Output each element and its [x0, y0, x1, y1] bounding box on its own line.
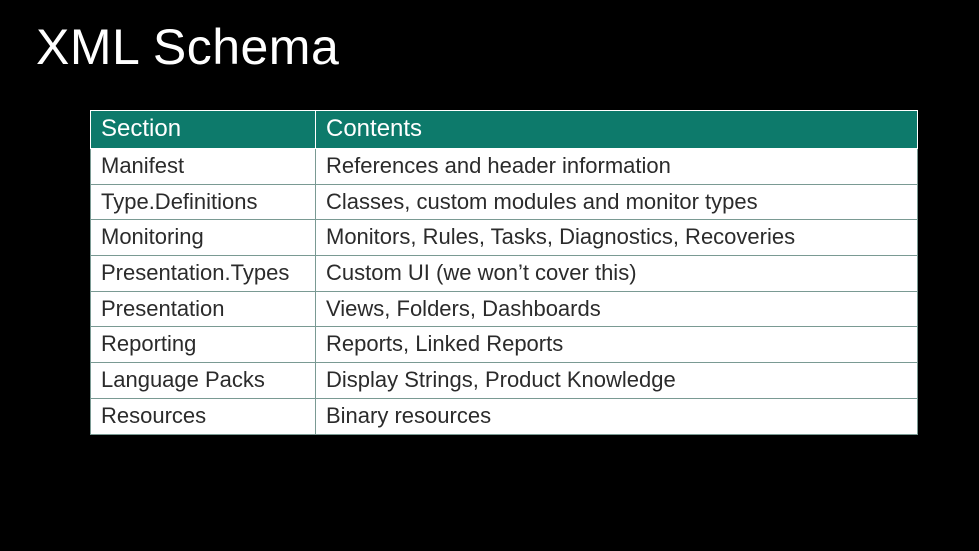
table-row: Presentation Views, Folders, Dashboards: [91, 291, 918, 327]
cell-section: Type.Definitions: [91, 184, 316, 220]
table-row: Monitoring Monitors, Rules, Tasks, Diagn…: [91, 220, 918, 256]
cell-contents: Display Strings, Product Knowledge: [316, 363, 918, 399]
cell-contents: Reports, Linked Reports: [316, 327, 918, 363]
cell-section: Manifest: [91, 149, 316, 185]
cell-contents: Binary resources: [316, 398, 918, 434]
cell-section: Resources: [91, 398, 316, 434]
cell-section: Presentation: [91, 291, 316, 327]
table-row: Type.Definitions Classes, custom modules…: [91, 184, 918, 220]
cell-section: Monitoring: [91, 220, 316, 256]
cell-section: Presentation.Types: [91, 256, 316, 292]
table-row: Presentation.Types Custom UI (we won’t c…: [91, 256, 918, 292]
table-row: Resources Binary resources: [91, 398, 918, 434]
cell-contents: Views, Folders, Dashboards: [316, 291, 918, 327]
header-section: Section: [91, 111, 316, 149]
page-title: XML Schema: [36, 18, 943, 76]
table-row: Reporting Reports, Linked Reports: [91, 327, 918, 363]
cell-contents: Monitors, Rules, Tasks, Diagnostics, Rec…: [316, 220, 918, 256]
cell-section: Language Packs: [91, 363, 316, 399]
cell-contents: Classes, custom modules and monitor type…: [316, 184, 918, 220]
cell-section: Reporting: [91, 327, 316, 363]
cell-contents: Custom UI (we won’t cover this): [316, 256, 918, 292]
schema-table: Section Contents Manifest References and…: [90, 110, 918, 435]
table-row: Manifest References and header informati…: [91, 149, 918, 185]
slide: XML Schema Section Contents Manifest Ref…: [0, 0, 979, 551]
cell-contents: References and header information: [316, 149, 918, 185]
table-row: Language Packs Display Strings, Product …: [91, 363, 918, 399]
schema-table-wrap: Section Contents Manifest References and…: [90, 110, 943, 435]
header-contents: Contents: [316, 111, 918, 149]
table-header-row: Section Contents: [91, 111, 918, 149]
